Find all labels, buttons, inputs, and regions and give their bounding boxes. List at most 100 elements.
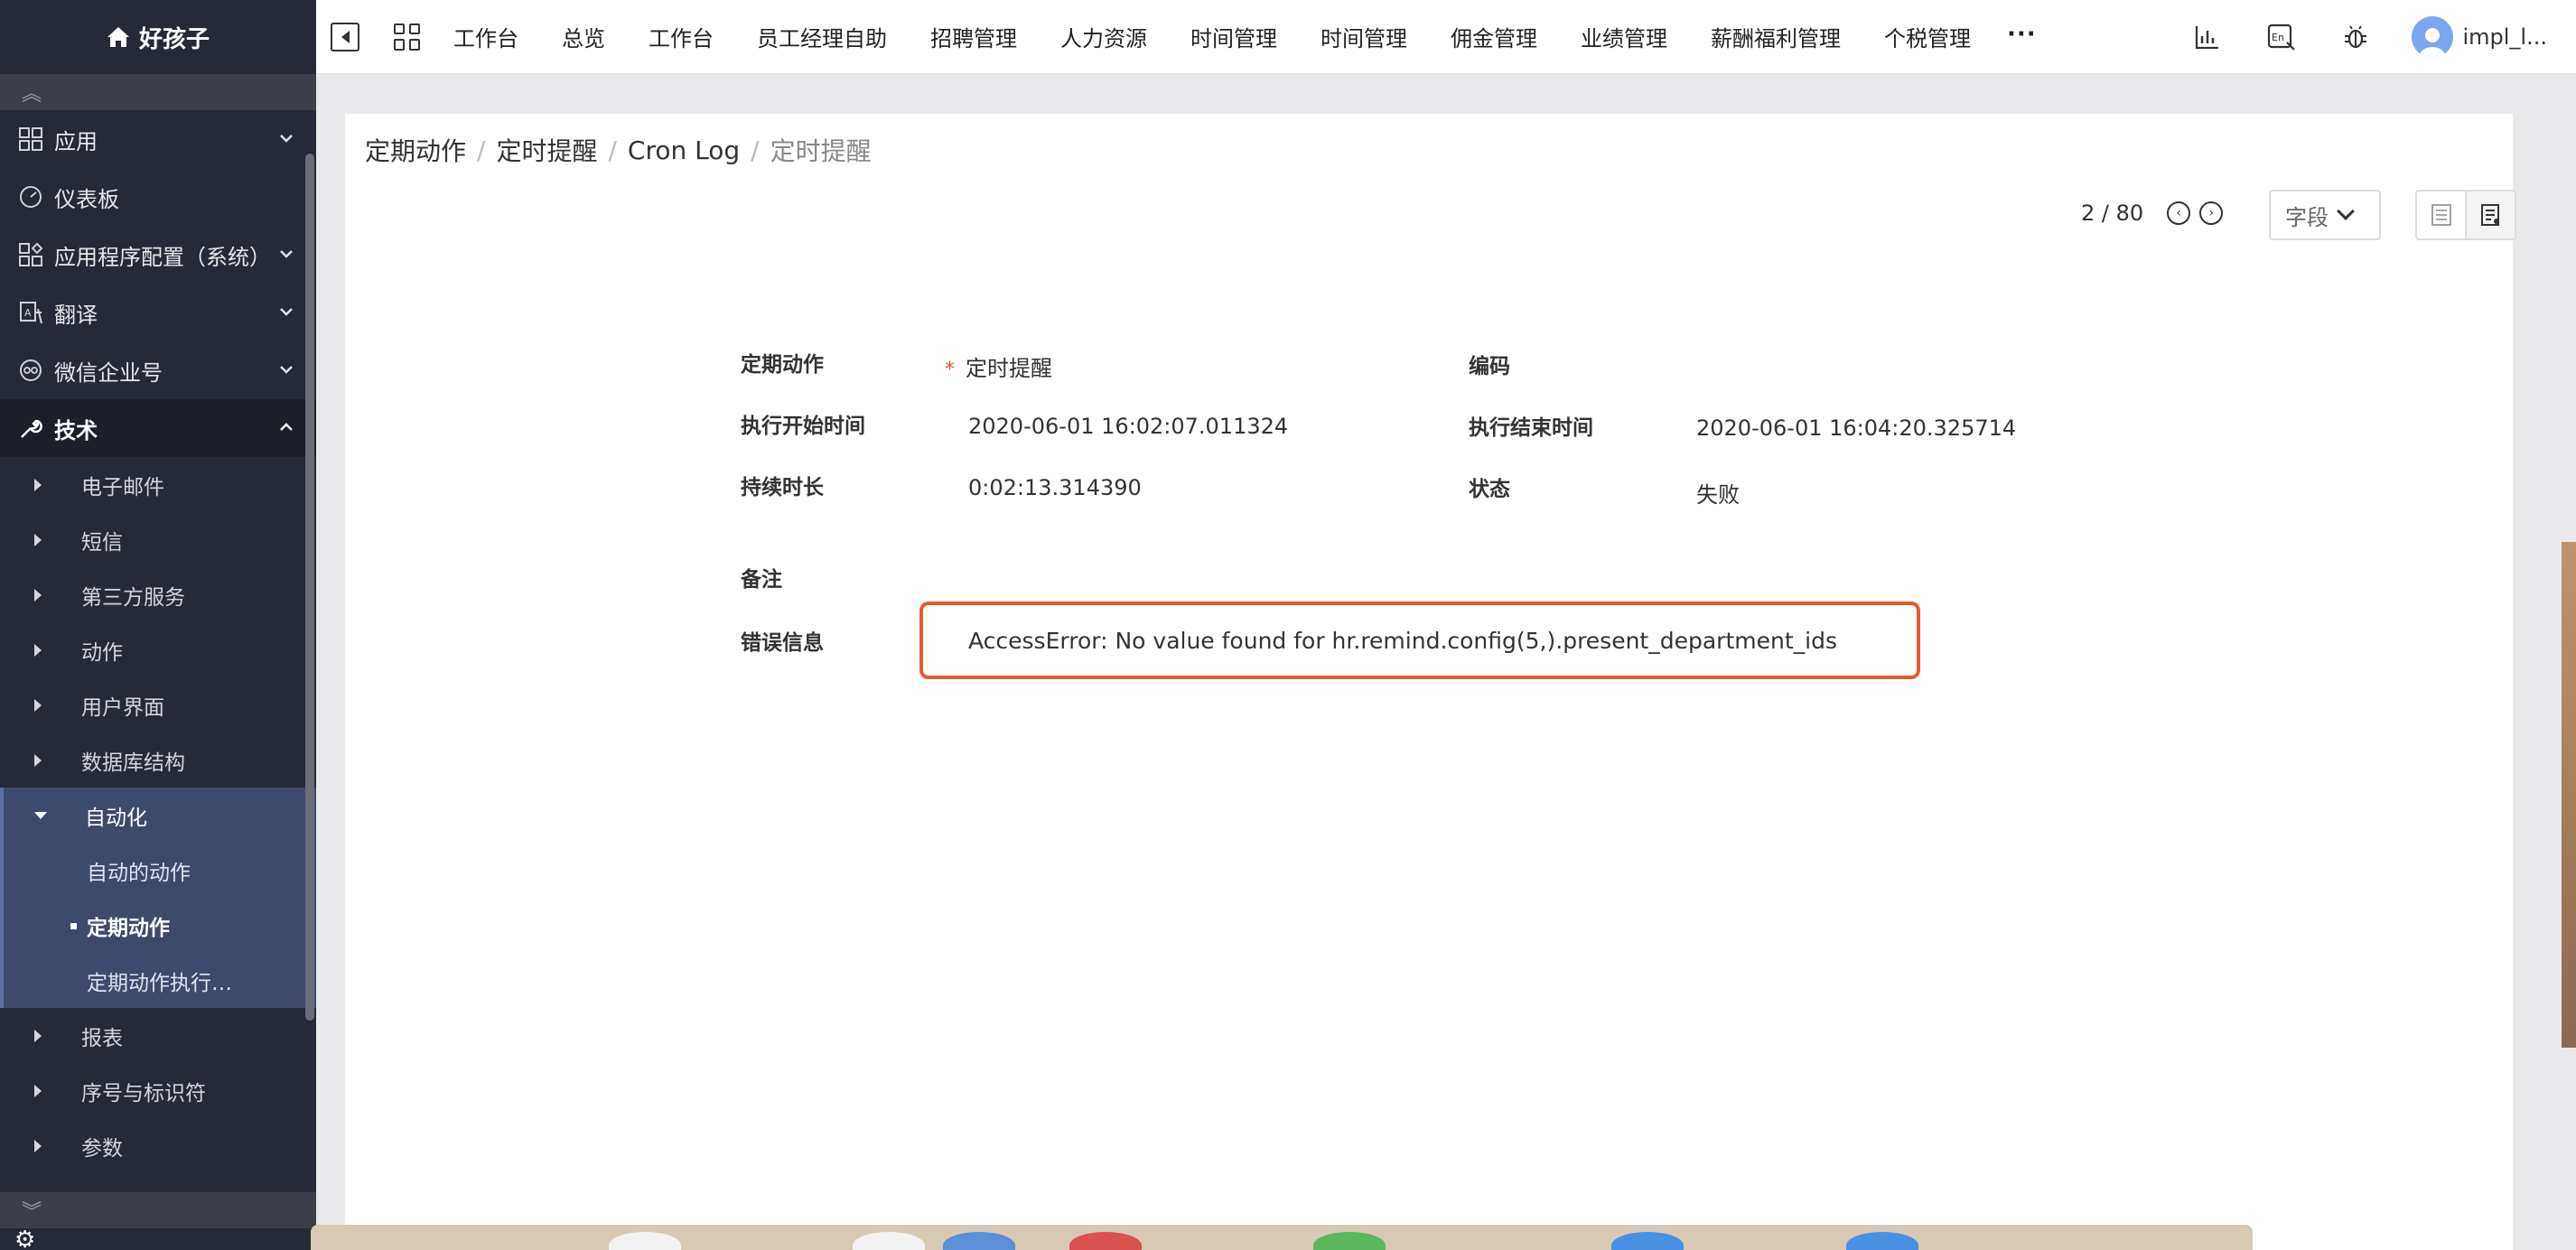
- sidebar-item-scheduled-action-logs[interactable]: 定期动作执行…: [4, 953, 316, 1008]
- field-value-end-time: 2020-06-01 16:04:20.325714: [1696, 415, 2017, 441]
- sidebar-item-sequences[interactable]: 序号与标识符: [0, 1063, 316, 1118]
- avatar: [2412, 16, 2454, 58]
- svg-text:A: A: [24, 307, 32, 319]
- list-view-icon[interactable]: [2417, 191, 2465, 238]
- sidebar-item-parameters[interactable]: 参数: [0, 1118, 316, 1173]
- breadcrumb: 定期动作 / 定时提醒 / Cron Log / 定时提醒: [365, 132, 872, 168]
- top-navbar: 工作台 总览 工作台 员工经理自助 招聘管理 人力资源 时间管理 时间管理 佣金…: [316, 0, 2576, 74]
- sidebar-item-reports[interactable]: 报表: [0, 1008, 316, 1063]
- sidebar-item-label: 定期动作: [87, 916, 170, 940]
- chevron-down-icon: [280, 135, 293, 143]
- dock-app-icon[interactable]: [943, 1232, 1015, 1250]
- menu-item[interactable]: 员工经理自助: [757, 21, 887, 52]
- breadcrumb-item[interactable]: 定时提醒: [496, 132, 597, 168]
- menu-more-button[interactable]: ···: [2007, 21, 2037, 52]
- field-label-state: 状态: [1469, 478, 1510, 501]
- caret-right-icon: [34, 643, 42, 657]
- sidebar-group-translate[interactable]: A 翻译: [0, 284, 316, 341]
- fields-dropdown[interactable]: 字段: [2269, 190, 2381, 240]
- brand[interactable]: 好孩子: [0, 0, 316, 74]
- sidebar-toggle-button[interactable]: [331, 22, 359, 51]
- menu-item[interactable]: 时间管理: [1190, 21, 1277, 52]
- menu-item[interactable]: 总览: [562, 21, 605, 52]
- breadcrumb-item[interactable]: Cron Log: [628, 135, 740, 165]
- sidebar-item-label: 自动的动作: [87, 861, 191, 885]
- sidebar-item-label: 第三方服务: [81, 585, 185, 610]
- sidebar-group-app-config[interactable]: 应用程序配置（系统）: [0, 226, 316, 284]
- prev-record-icon[interactable]: ‹: [2167, 201, 2191, 225]
- dock-app-icon[interactable]: [1611, 1232, 1684, 1250]
- sidebar-collapse-down[interactable]: ︾: [0, 1192, 316, 1228]
- sidebar-item-automated-actions[interactable]: 自动的动作: [4, 843, 316, 898]
- sidebar-group-apps[interactable]: 应用: [0, 110, 316, 168]
- menu-item[interactable]: 个税管理: [1884, 21, 1971, 52]
- sidebar-group-label: 仪表板: [54, 186, 119, 212]
- field-label-cron: 定期动作: [741, 353, 824, 377]
- field-value-cron[interactable]: * 定时提醒: [945, 350, 1052, 382]
- breadcrumb-separator: /: [751, 135, 760, 165]
- sidebar-item-label: 自动化: [85, 806, 147, 830]
- dock-app-icon[interactable]: [1069, 1232, 1142, 1250]
- error-message-box: AccessError: No value found for hr.remin…: [919, 602, 1920, 679]
- field-label-duration: 持续时长: [741, 476, 824, 499]
- next-record-icon[interactable]: ›: [2199, 201, 2224, 225]
- dock-app-icon[interactable]: [609, 1232, 681, 1250]
- sidebar-collapse-up[interactable]: ︽: [0, 74, 316, 110]
- dock-app-icon[interactable]: [1846, 1232, 1918, 1250]
- caret-right-icon: [34, 1139, 42, 1152]
- user-menu[interactable]: impl_l...: [2412, 16, 2547, 58]
- breadcrumb-item[interactable]: 定期动作: [365, 132, 466, 168]
- navbar-right: En impl_l...: [2189, 0, 2576, 74]
- dock-app-icon[interactable]: [853, 1232, 925, 1250]
- sidebar-group-label: 翻译: [54, 302, 98, 328]
- sidebar-item-third-party[interactable]: 第三方服务: [0, 567, 316, 622]
- menu-item[interactable]: 佣金管理: [1451, 21, 1537, 52]
- required-marker: *: [945, 359, 955, 381]
- view-toggle: [2415, 190, 2516, 240]
- caret-right-icon: [34, 533, 42, 546]
- sidebar-item-sms[interactable]: 短信: [0, 512, 316, 567]
- sidebar-item-label: 用户界面: [81, 695, 164, 720]
- menu-item[interactable]: 工作台: [453, 21, 518, 52]
- debug-bug-icon[interactable]: [2338, 19, 2374, 55]
- chevron-down-icon: [280, 308, 293, 316]
- sidebar-group-tech[interactable]: 技术: [0, 399, 316, 457]
- sidebar-item-ui[interactable]: 用户界面: [0, 677, 316, 732]
- field-label-code: 编码: [1469, 355, 1510, 378]
- menu-item[interactable]: 人力资源: [1060, 21, 1147, 52]
- sidebar-group-label: 应用: [54, 128, 98, 154]
- translate-icon: A: [16, 298, 45, 327]
- sidebar-scrollbar[interactable]: [305, 154, 314, 1021]
- menu-item[interactable]: 业绩管理: [1581, 21, 1667, 52]
- pager-counter[interactable]: 2 / 80: [2081, 201, 2143, 226]
- field-label-end-time: 执行结束时间: [1469, 416, 1593, 440]
- sidebar-group-dashboard[interactable]: 仪表板: [0, 168, 316, 226]
- form-view-icon[interactable]: [2465, 191, 2515, 238]
- form-card: 定期动作 / 定时提醒 / Cron Log / 定时提醒 2 / 80 ‹ › 字段…: [345, 114, 2516, 1250]
- sidebar-group-label: 技术: [54, 417, 98, 443]
- bar-chart-icon[interactable]: [2189, 19, 2226, 55]
- sidebar-item-actions[interactable]: 动作: [0, 622, 316, 677]
- gear-icon[interactable]: ⚙: [14, 1228, 38, 1250]
- chevron-up-double-icon: ︽: [22, 83, 42, 106]
- apps-menu-icon[interactable]: [394, 23, 421, 51]
- sidebar-group-wechat[interactable]: 微信企业号: [0, 341, 316, 399]
- sidebar-item-automation[interactable]: 自动化: [4, 788, 316, 843]
- menu-item[interactable]: 薪酬福利管理: [1711, 21, 1841, 52]
- menu-item[interactable]: 时间管理: [1321, 21, 1407, 52]
- chevron-down-icon: [280, 250, 293, 258]
- macos-dock: [311, 1225, 2253, 1250]
- sidebar-item-email[interactable]: 电子邮件: [0, 457, 316, 512]
- sidebar-item-db-structure[interactable]: 数据库结构: [0, 732, 316, 788]
- sidebar-item-scheduled-actions[interactable]: 定期动作: [4, 898, 316, 953]
- field-label-error: 错误信息: [741, 631, 824, 655]
- chevron-down-double-icon: ︾: [22, 1201, 42, 1224]
- caret-right-icon: [34, 588, 42, 602]
- language-en-icon[interactable]: En: [2263, 19, 2300, 55]
- menu-item[interactable]: 招聘管理: [930, 21, 1017, 52]
- dock-app-icon[interactable]: [1313, 1232, 1386, 1250]
- wrench-icon: [16, 414, 45, 443]
- fields-dropdown-label: 字段: [2285, 204, 2329, 230]
- menu-item[interactable]: 工作台: [649, 21, 714, 52]
- sidebar-group-label: 应用程序配置（系统）: [54, 244, 271, 270]
